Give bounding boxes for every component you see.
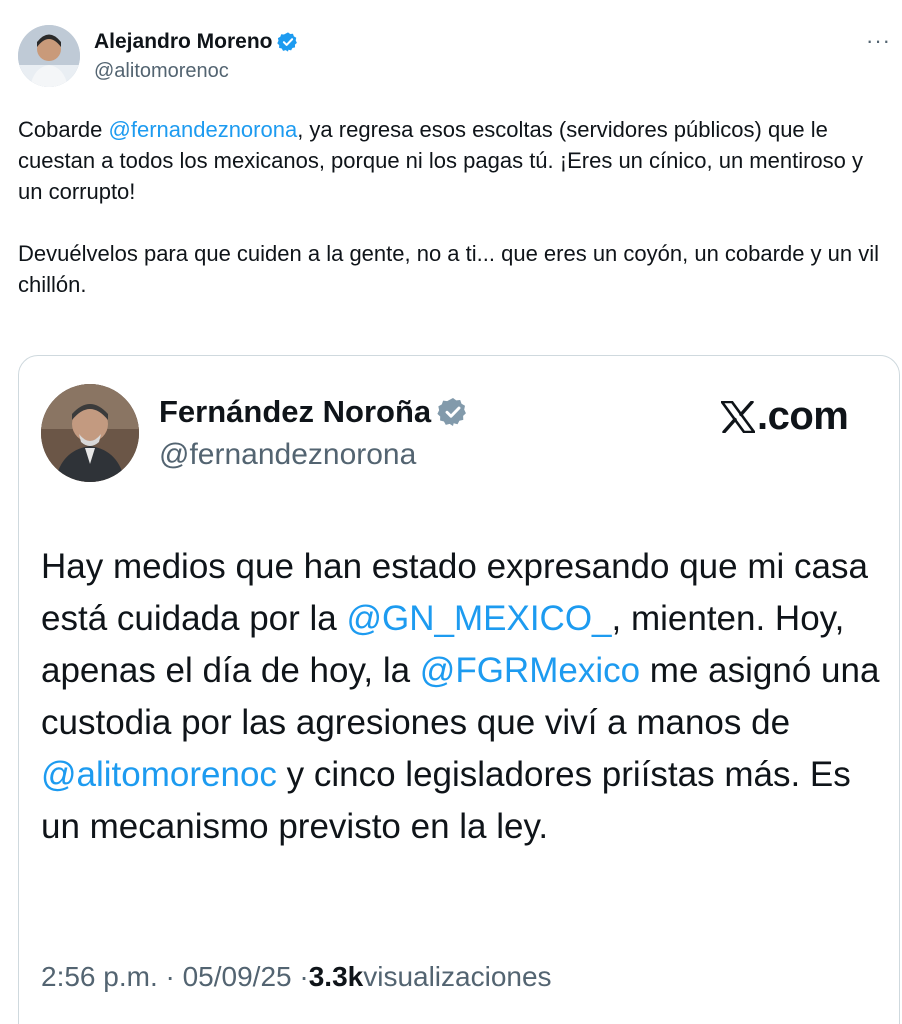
views-label: visualizaciones: [363, 961, 552, 992]
post-paragraph-1: Cobarde @fernandeznorona, ya regresa eso…: [18, 114, 890, 207]
x-source-domain: .com: [757, 394, 849, 438]
quoted-author-handle[interactable]: @fernandeznorona: [159, 438, 416, 472]
quoted-tweet-card[interactable]: Fernández Noroña @fernandeznorona .com H…: [18, 355, 900, 1024]
quoted-author-name[interactable]: Fernández Noroña: [159, 394, 431, 430]
author-handle[interactable]: @alitomorenoc: [94, 60, 229, 83]
verified-badge-icon: [437, 398, 467, 426]
mention-link[interactable]: @GN_MEXICO_: [346, 599, 611, 638]
mention-link[interactable]: @alitomorenoc: [41, 755, 277, 794]
author-name[interactable]: Alejandro Moreno: [94, 30, 273, 54]
quoted-tweet-meta: 2:56 p.m. · 05/09/25 · 3.3k visualizacio…: [41, 961, 552, 993]
mention-link[interactable]: @fernandeznorona: [109, 117, 298, 142]
quoted-tweet-text: Hay medios que han estado expresando que…: [41, 541, 881, 853]
more-horizontal-icon[interactable]: ···: [866, 30, 891, 52]
mention-link[interactable]: @FGRMexico: [420, 651, 640, 690]
verified-badge-icon: [276, 32, 297, 52]
x-logo-icon: [721, 400, 755, 433]
quoted-timestamp[interactable]: 2:56 p.m. · 05/09/25 ·: [41, 961, 309, 993]
author-avatar[interactable]: [18, 25, 80, 87]
quoted-author-avatar[interactable]: [41, 384, 139, 482]
post-text: Cobarde @fernandeznorona, ya regresa eso…: [18, 114, 890, 300]
x-source-label: .com: [721, 394, 849, 439]
post-paragraph-2: Devuélvelos para que cuiden a la gente, …: [18, 241, 880, 297]
post-text-segment: Cobarde: [18, 117, 109, 142]
views-count: 3.3k: [308, 961, 364, 992]
